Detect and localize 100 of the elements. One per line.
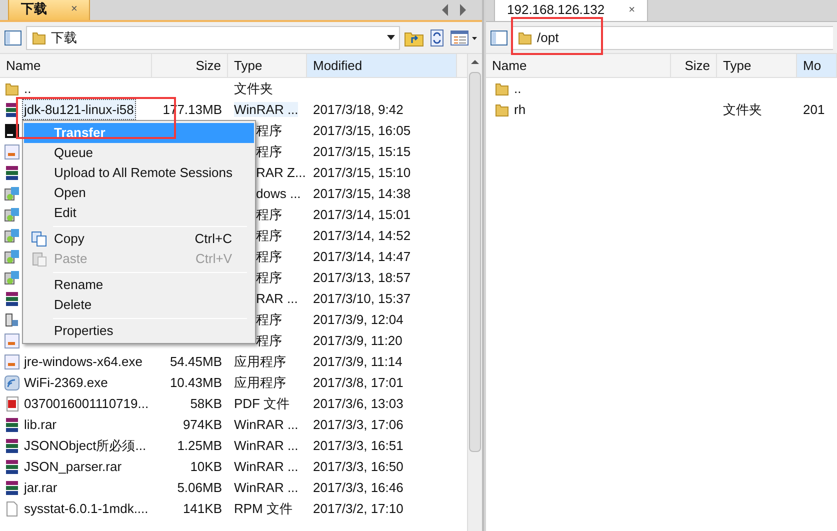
installer-icon (4, 206, 20, 222)
file-size: 974KB (182, 416, 222, 432)
file-type: WinRAR ... (234, 102, 298, 117)
file-name[interactable]: jdk-8u121-linux-i58 (22, 98, 136, 120)
scrollbar[interactable] (467, 54, 482, 531)
setup-icon (4, 312, 20, 328)
menu-item[interactable]: Properties (24, 321, 254, 341)
dropdown-caret-icon[interactable] (387, 35, 395, 40)
archive-icon (4, 290, 20, 306)
file-size: 10.43MB (170, 374, 222, 390)
modified-date: 2017/3/9, 11:14 (313, 354, 402, 369)
tab[interactable]: 下载 × (8, 0, 90, 20)
file-type: 应用程序 (234, 374, 286, 390)
file-name[interactable]: sysstat-6.0.1-1mdk.... (22, 498, 150, 520)
column-header[interactable]: Name (0, 54, 152, 77)
file-size: 141KB (182, 500, 222, 516)
file-type: RAR ... (256, 290, 298, 306)
panel-icon[interactable] (490, 28, 508, 46)
column-header[interactable]: Name (486, 54, 671, 77)
folder-icon (31, 30, 47, 46)
archive-icon (4, 458, 20, 474)
modified-date: 2017/3/15, 15:10 (313, 164, 411, 180)
menu-item[interactable]: Edit (24, 203, 254, 223)
file-type: 文件夹 (723, 102, 762, 117)
file-type: PDF 文件 (234, 396, 290, 411)
modified-date: 2017/3/10, 15:37 (313, 290, 411, 306)
file-type: 文件夹 (234, 80, 273, 96)
modified-date: 2017/3/15, 15:15 (313, 144, 411, 159)
file-name[interactable]: .. (22, 78, 34, 100)
modified-date: 2017/3/3, 16:51 (313, 438, 404, 453)
file-type: 程序 (256, 206, 282, 222)
file-type: RAR Z... (256, 164, 306, 180)
file-name[interactable]: JSONObject所必须... (22, 434, 148, 456)
menu-item[interactable]: Open (24, 183, 254, 203)
panel-icon[interactable] (4, 28, 22, 46)
close-icon[interactable]: × (628, 2, 636, 18)
archive-icon (4, 438, 20, 454)
file-name[interactable]: WiFi-2369.exe (22, 372, 110, 394)
modified-date: 2017/3/6, 13:03 (313, 396, 404, 411)
modified-date: 201 (803, 102, 825, 117)
file-size: 10KB (190, 458, 222, 474)
file-name[interactable]: rh (514, 100, 526, 120)
file-type: 程序 (256, 312, 282, 327)
modified-date: 2017/3/9, 11:20 (313, 332, 402, 348)
tab[interactable]: 192.168.126.132 × (494, 0, 648, 21)
archive-icon (4, 480, 20, 496)
folder-icon (494, 80, 510, 96)
menu-item[interactable]: Upload to All Remote Sessions (24, 163, 254, 183)
file-type: 程序 (256, 270, 282, 285)
folder-icon (517, 30, 533, 46)
copy-icon (31, 231, 47, 247)
menu-item[interactable]: Queue (24, 143, 254, 163)
column-header[interactable]: Size (671, 54, 717, 77)
file-size: 58KB (190, 396, 222, 411)
modified-date: 2017/3/3, 16:50 (313, 458, 404, 474)
refresh-icon[interactable] (428, 28, 446, 46)
file-name[interactable]: JSON_parser.rar (22, 456, 124, 478)
column-header[interactable]: Mo (797, 54, 837, 77)
column-header[interactable]: Size (152, 54, 228, 77)
file-type: 程序 (256, 228, 282, 243)
modified-date: 2017/3/3, 16:46 (313, 480, 404, 495)
menu-item[interactable]: Rename (24, 275, 254, 295)
view-list-icon[interactable] (450, 28, 478, 46)
archive-icon (4, 416, 20, 432)
file-name[interactable]: jar.rar (22, 476, 60, 498)
file-name[interactable]: .. (514, 78, 522, 98)
installer-icon (4, 228, 20, 244)
modified-date: 2017/3/14, 15:01 (313, 206, 411, 222)
modified-date: 2017/3/13, 18:57 (313, 270, 411, 285)
file-type: WinRAR ... (234, 438, 298, 453)
file-type: 程序 (256, 248, 282, 264)
menu-item[interactable]: Delete (24, 295, 254, 315)
installer-icon (4, 248, 20, 264)
modified-date: 2017/3/14, 14:47 (313, 248, 411, 264)
archive-icon (4, 164, 20, 180)
installer-icon (4, 270, 20, 286)
file-icon (4, 500, 20, 516)
file-type: WinRAR ... (234, 480, 298, 495)
column-header[interactable]: Modified (307, 54, 457, 77)
file-name[interactable]: lib.rar (22, 414, 59, 436)
installer-icon (4, 186, 20, 202)
file-type: 应用程序 (234, 354, 286, 369)
modified-date: 2017/3/14, 14:52 (313, 228, 411, 243)
folder-icon (494, 102, 510, 118)
close-icon[interactable]: × (71, 0, 78, 18)
modified-date: 2017/3/9, 12:04 (313, 312, 404, 327)
file-type: RPM 文件 (234, 500, 292, 516)
path-field[interactable]: 下载 (26, 26, 400, 50)
file-type: 程序 (256, 122, 282, 138)
modified-date: 2017/3/15, 16:05 (313, 122, 411, 138)
wifi-icon (4, 374, 20, 390)
file-name[interactable]: 0370016001110719... (22, 392, 151, 414)
file-size: 5.06MB (177, 480, 222, 495)
modified-date: 2017/3/18, 9:42 (313, 102, 404, 117)
file-name[interactable]: jre-windows-x64.exe (22, 350, 144, 372)
file-type: WinRAR ... (234, 416, 298, 432)
file-type: 程序 (256, 144, 282, 159)
path-field[interactable]: /opt (512, 26, 833, 50)
menu-item[interactable]: Copy Ctrl+C (24, 229, 254, 249)
folder-icon (4, 80, 20, 96)
